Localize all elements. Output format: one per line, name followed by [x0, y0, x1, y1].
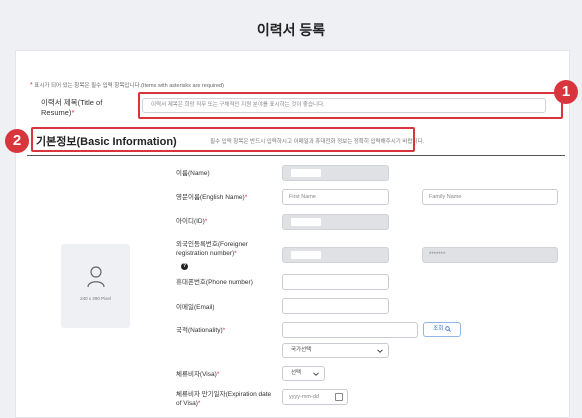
visa-expiration-label-text: 체류비자 만기일자(Expiration date of Visa) — [176, 391, 272, 407]
required-star: * — [197, 400, 201, 407]
english-name-label: 영문이름(English Name)* — [176, 193, 276, 202]
foreigner-reg-label-text: 외국인등록번호(Foreigner registration number) — [176, 241, 248, 257]
id-label-text: 아이디(ID) — [176, 218, 205, 225]
chevron-down-icon — [377, 349, 383, 353]
foreigner-reg-back-input: ******* — [422, 247, 558, 263]
masked-value — [291, 251, 321, 259]
country-select[interactable]: 국가선택 — [282, 343, 389, 358]
annotation-badge-1: 1 — [554, 80, 578, 104]
id-label: 아이디(ID)* — [176, 217, 276, 226]
highlight-box-1 — [138, 92, 563, 119]
id-input — [282, 214, 389, 230]
photo-size-text: 240 x 290 Pixel — [80, 296, 111, 301]
required-star: * — [71, 108, 75, 117]
page-title: 이력서 등록 — [256, 22, 326, 38]
nationality-input[interactable] — [282, 322, 418, 338]
nationality-label-text: 국적(Nationality) — [176, 327, 223, 334]
required-star: * — [30, 82, 33, 89]
visa-select-value: 선택 — [291, 370, 302, 376]
search-button-label: 조회 — [433, 326, 444, 332]
email-label: 이메일(Email) — [176, 304, 215, 311]
required-star: * — [222, 327, 226, 334]
calendar-icon[interactable] — [335, 393, 343, 401]
masked-value — [291, 169, 321, 177]
required-star: * — [234, 250, 237, 257]
visa-expiration-placeholder: yyyy-mm-dd — [289, 394, 319, 400]
nationality-label: 국적(Nationality)* — [176, 326, 276, 335]
required-star: * — [216, 371, 220, 378]
foreigner-reg-label: 외국인등록번호(Foreigner registration number)* — [176, 240, 278, 258]
phone-label: 휴대폰번호(Phone number) — [176, 279, 253, 286]
visa-label: 체류비자(Visa)* — [176, 370, 276, 379]
phone-input[interactable] — [282, 274, 389, 290]
country-select-value: 국가선택 — [291, 347, 312, 353]
chevron-down-icon — [313, 372, 319, 376]
required-star: * — [204, 218, 208, 225]
visa-select[interactable]: 선택 — [282, 366, 325, 381]
required-notice: * 표시가 되어 있는 항목은 필수 입력 항목입니다.(Items with … — [30, 81, 224, 89]
masked-value — [291, 218, 321, 226]
name-input — [282, 165, 389, 181]
resume-title-label: 이력서 제목(Title of Resume)* — [41, 98, 133, 118]
visa-label-text: 체류비자(Visa) — [176, 371, 217, 378]
search-icon — [445, 325, 451, 332]
visa-expiration-label: 체류비자 만기일자(Expiration date of Visa)* — [176, 390, 276, 408]
family-name-input[interactable]: Family Name — [422, 189, 558, 205]
user-icon — [86, 266, 105, 288]
help-icon[interactable]: ? — [181, 263, 188, 270]
annotation-badge-2: 2 — [5, 129, 29, 153]
email-input[interactable] — [282, 298, 389, 314]
nationality-search-button[interactable]: 조회 — [423, 322, 461, 337]
required-notice-text: 표시가 되어 있는 항목은 필수 입력 항목입니다.(Items with as… — [34, 83, 224, 89]
photo-upload[interactable]: 240 x 290 Pixel — [61, 244, 130, 328]
visa-expiration-input[interactable]: yyyy-mm-dd — [282, 389, 348, 405]
name-label: 이름(Name) — [176, 170, 210, 177]
first-name-input[interactable]: First Name — [282, 189, 389, 205]
required-star: * — [244, 194, 248, 201]
foreigner-reg-front-input — [282, 247, 389, 263]
masked-value: ******* — [429, 252, 446, 258]
english-name-label-text: 영문이름(English Name) — [176, 194, 245, 201]
section-divider — [27, 155, 565, 156]
highlight-box-2 — [31, 127, 415, 152]
